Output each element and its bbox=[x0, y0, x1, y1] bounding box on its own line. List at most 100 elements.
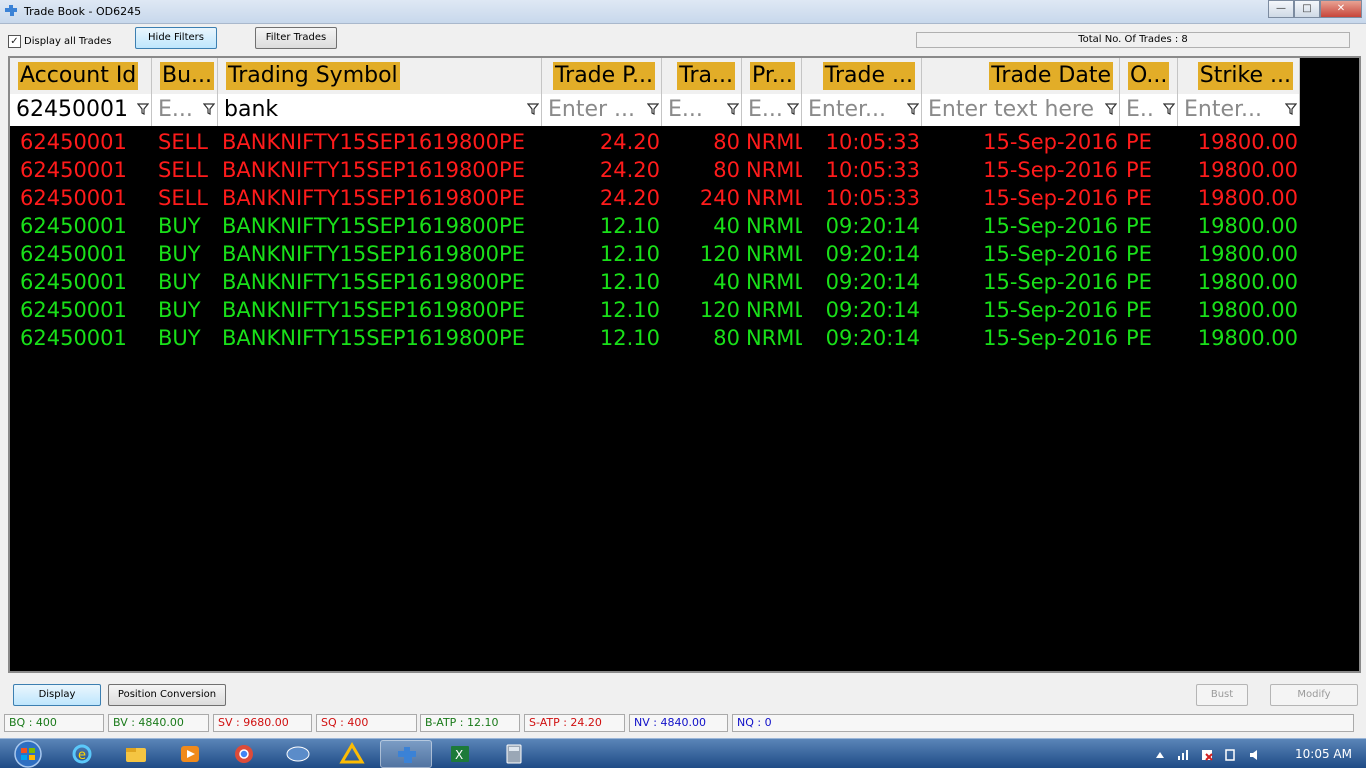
table-cell: PE bbox=[1126, 326, 1152, 350]
svg-text:e: e bbox=[78, 748, 86, 763]
column-header-4[interactable]: Tra... bbox=[662, 58, 742, 94]
table-cell: NRML bbox=[746, 326, 802, 350]
column-header-6[interactable]: Trade ... bbox=[802, 58, 922, 94]
modify-button[interactable]: Modify bbox=[1270, 684, 1358, 706]
taskbar-item[interactable] bbox=[488, 740, 540, 768]
filter-text: Enter... bbox=[808, 97, 887, 122]
filter-input-5[interactable]: E... bbox=[742, 94, 802, 126]
filter-input-8[interactable]: E.. bbox=[1120, 94, 1178, 126]
column-header-5[interactable]: Pr... bbox=[742, 58, 802, 94]
taskbar-item[interactable] bbox=[380, 740, 432, 768]
app-icon bbox=[286, 746, 310, 762]
filter-trades-button[interactable]: Filter Trades bbox=[255, 27, 337, 49]
table-cell: 40 bbox=[713, 214, 740, 238]
filter-input-6[interactable]: Enter... bbox=[802, 94, 922, 126]
table-row[interactable]: 62450001 SELL BANKNIFTY15SEP1619800PE 24.20… bbox=[10, 184, 1300, 212]
filter-funnel-icon[interactable] bbox=[137, 102, 149, 116]
filter-input-9[interactable]: Enter... bbox=[1178, 94, 1300, 126]
table-cell: 80 bbox=[713, 158, 740, 182]
column-header-0[interactable]: Account Id bbox=[10, 58, 152, 94]
filter-input-0[interactable]: 62450001 bbox=[10, 94, 152, 126]
column-header-label: Trade P... bbox=[552, 62, 655, 90]
table-cell: 19800.00 bbox=[1197, 214, 1298, 238]
table-row[interactable]: 62450001 SELL BANKNIFTY15SEP1619800PE 24.20… bbox=[10, 156, 1300, 184]
filter-input-3[interactable]: Enter ... bbox=[542, 94, 662, 126]
table-row[interactable]: 62450001 BUY BANKNIFTY15SEP1619800PE 12.10 4… bbox=[10, 268, 1300, 296]
table-cell: BUY bbox=[158, 270, 201, 294]
table-row[interactable]: 62450001 BUY BANKNIFTY15SEP1619800PE 12.10 4… bbox=[10, 212, 1300, 240]
explorer-icon bbox=[126, 748, 146, 762]
taskbar-item[interactable] bbox=[272, 740, 324, 768]
filter-input-1[interactable]: E... bbox=[152, 94, 218, 126]
table-cell: NRML bbox=[746, 158, 802, 182]
column-header-label: Trade ... bbox=[822, 62, 915, 90]
filter-funnel-icon[interactable] bbox=[907, 102, 919, 116]
minimize-button[interactable]: — bbox=[1268, 0, 1294, 18]
table-cell: NRML bbox=[746, 186, 802, 210]
filter-input-2[interactable]: bank bbox=[218, 94, 542, 126]
table-cell: 62450001 bbox=[20, 214, 127, 238]
hide-filters-button[interactable]: Hide Filters bbox=[135, 27, 217, 49]
taskbar-item[interactable] bbox=[218, 740, 270, 768]
maximize-button[interactable]: □ bbox=[1294, 0, 1320, 18]
filter-funnel-icon[interactable] bbox=[527, 102, 539, 116]
display-all-checkbox[interactable]: ✓ bbox=[8, 35, 21, 48]
taskbar-item[interactable]: e bbox=[56, 740, 108, 768]
filter-funnel-icon[interactable] bbox=[787, 102, 799, 116]
filter-funnel-icon[interactable] bbox=[1105, 102, 1117, 116]
filter-input-4[interactable]: E... bbox=[662, 94, 742, 126]
filter-funnel-icon[interactable] bbox=[727, 102, 739, 116]
column-header-3[interactable]: Trade P... bbox=[542, 58, 662, 94]
table-cell: 15-Sep-2016 bbox=[983, 270, 1118, 294]
table-cell: 62450001 bbox=[20, 158, 127, 182]
column-header-2[interactable]: Trading Symbol bbox=[218, 58, 542, 94]
table-cell: 10:05:33 bbox=[825, 158, 920, 182]
table-cell: 15-Sep-2016 bbox=[983, 158, 1118, 182]
position-conversion-button[interactable]: Position Conversion bbox=[108, 684, 226, 706]
trade-app-icon bbox=[398, 747, 416, 763]
taskbar-item[interactable]: X bbox=[434, 740, 486, 768]
filter-funnel-icon[interactable] bbox=[647, 102, 659, 116]
column-header-label: Bu... bbox=[160, 62, 215, 90]
table-cell: NRML bbox=[746, 130, 802, 154]
filter-text: E.. bbox=[1126, 97, 1154, 122]
filter-input-7[interactable]: Enter text here bbox=[922, 94, 1120, 126]
table-row[interactable]: 62450001 BUY BANKNIFTY15SEP1619800PE 12.10 1… bbox=[10, 240, 1300, 268]
filter-funnel-icon[interactable] bbox=[1285, 102, 1297, 116]
title-bar: Trade Book - OD6245 — □ ✕ bbox=[0, 0, 1366, 24]
excel-icon: X bbox=[451, 746, 469, 762]
display-button[interactable]: Display bbox=[13, 684, 101, 706]
status-field-5: S-ATP : 24.20 bbox=[524, 714, 625, 732]
column-header-8[interactable]: O... bbox=[1120, 58, 1178, 94]
table-cell: PE bbox=[1126, 130, 1152, 154]
taskbar-item[interactable] bbox=[164, 740, 216, 768]
close-button[interactable]: ✕ bbox=[1320, 0, 1362, 18]
status-field-3: SQ : 400 bbox=[316, 714, 417, 732]
taskbar-item[interactable] bbox=[326, 740, 378, 768]
table-cell: NRML bbox=[746, 242, 802, 266]
column-header-9[interactable]: Strike ... bbox=[1178, 58, 1300, 94]
table-cell: 24.20 bbox=[599, 130, 660, 154]
table-cell: 09:20:14 bbox=[825, 298, 920, 322]
table-row[interactable]: 62450001 BUY BANKNIFTY15SEP1619800PE 12.10 8… bbox=[10, 324, 1300, 352]
tray-icons[interactable] bbox=[1156, 748, 1276, 762]
start-button-icon[interactable] bbox=[2, 739, 54, 768]
table-cell: BANKNIFTY15SEP1619800PE bbox=[222, 186, 525, 210]
table-cell: 80 bbox=[713, 130, 740, 154]
column-header-1[interactable]: Bu... bbox=[152, 58, 218, 94]
taskbar-item[interactable] bbox=[110, 740, 162, 768]
table-cell: 12.10 bbox=[599, 326, 660, 350]
column-header-7[interactable]: Trade Date bbox=[922, 58, 1120, 94]
table-cell: 19800.00 bbox=[1197, 298, 1298, 322]
filter-text: Enter ... bbox=[548, 97, 636, 122]
clock[interactable]: 10:05 AM bbox=[1295, 747, 1352, 761]
filter-funnel-icon[interactable] bbox=[1163, 102, 1175, 116]
table-row[interactable]: 62450001 SELL BANKNIFTY15SEP1619800PE 24.20… bbox=[10, 128, 1300, 156]
table-row[interactable]: 62450001 BUY BANKNIFTY15SEP1619800PE 12.10 1… bbox=[10, 296, 1300, 324]
table-cell: 15-Sep-2016 bbox=[983, 214, 1118, 238]
table-cell: SELL bbox=[158, 130, 208, 154]
filter-funnel-icon[interactable] bbox=[203, 102, 215, 116]
table-cell: 09:20:14 bbox=[825, 214, 920, 238]
bust-button[interactable]: Bust bbox=[1196, 684, 1248, 706]
svg-text:X: X bbox=[455, 748, 463, 762]
